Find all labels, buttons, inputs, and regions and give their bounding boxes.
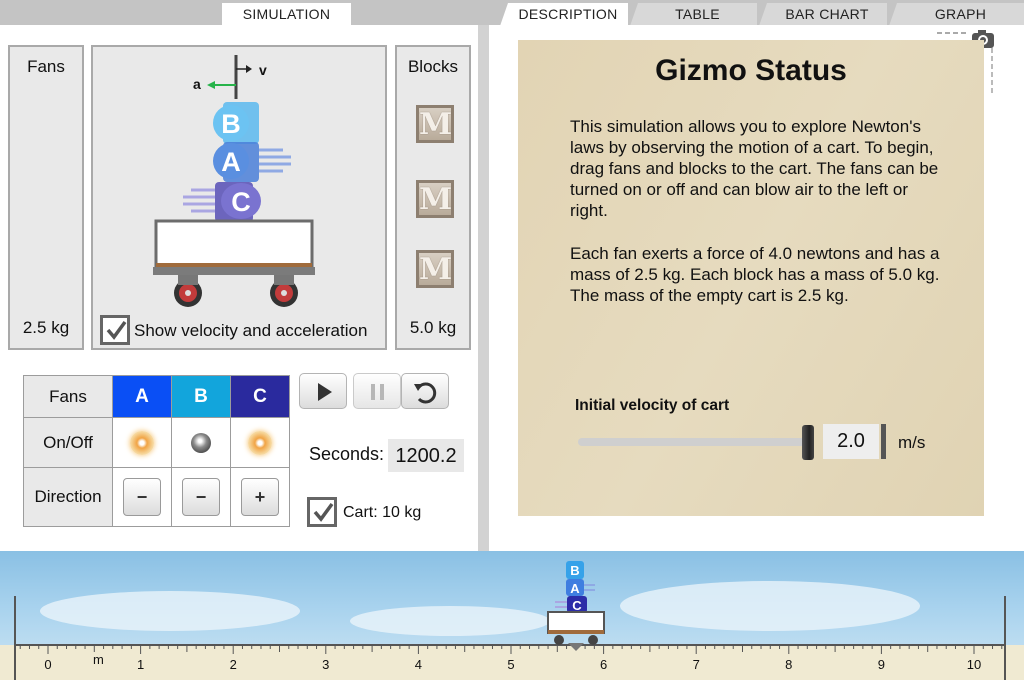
tab-description[interactable]: DESCRIPTION: [500, 3, 628, 26]
velocity-slider-track[interactable]: [578, 438, 810, 446]
play-button[interactable]: [299, 373, 347, 409]
seconds-display: 1200.2: [388, 439, 464, 472]
fan-b-header: B: [171, 375, 231, 418]
velocity-label: v: [259, 62, 267, 78]
track-number: 4: [414, 657, 422, 672]
fan-c-direction-button[interactable]: +: [241, 478, 279, 516]
light-on-icon[interactable]: [248, 430, 272, 455]
reset-icon: [414, 382, 437, 404]
show-vectors-checkbox[interactable]: [100, 315, 130, 345]
tab-table[interactable]: TABLE: [630, 3, 757, 26]
fan-c-header: C: [230, 375, 290, 418]
track-number: 5: [507, 657, 515, 672]
fan-b-toggle[interactable]: [171, 417, 231, 468]
track-number: 10: [966, 657, 982, 672]
pause-button[interactable]: [353, 373, 401, 409]
direction-row-label: Direction: [23, 467, 113, 527]
status-title: Gizmo Status: [655, 54, 847, 87]
mass-block[interactable]: M: [416, 250, 454, 288]
fans-column-header: Fans: [23, 375, 113, 418]
track-number: 2: [229, 657, 237, 672]
track-number: 1: [136, 657, 145, 672]
cart-checkbox[interactable]: [307, 497, 337, 527]
track-number: 0: [44, 657, 52, 672]
fan-b-direction-button[interactable]: −: [182, 478, 220, 516]
cart-illustration: B A C: [153, 55, 315, 307]
fan-a-direction-button[interactable]: −: [123, 478, 161, 516]
fan-mass-label: 2.5 kg: [22, 318, 70, 337]
seconds-label: Seconds:: [309, 444, 385, 464]
block-mass-label: 5.0 kg: [409, 318, 457, 337]
velocity-slider-label: Initial velocity of cart: [575, 397, 730, 414]
track-number: 8: [785, 657, 793, 672]
svg-text:B: B: [221, 109, 241, 139]
cart-view: B A C a v Show velocity and acceleration: [91, 45, 387, 350]
tab-simulation[interactable]: SIMULATION: [222, 3, 351, 26]
status-mass-text: Each fan exerts a force of 4.0 newtons a…: [570, 244, 940, 305]
status-intro-text: This simulation allows you to explore Ne…: [570, 117, 939, 220]
svg-text:A: A: [221, 147, 241, 177]
tab-bar: SIMULATION DESCRIPTION TABLE BAR CHART G…: [0, 0, 1024, 26]
blocks-bin[interactable]: Blocks M M M 5.0 kg: [395, 45, 471, 350]
velocity-unit: m/s: [898, 433, 926, 452]
track-number: 7: [692, 657, 700, 672]
light-off-icon[interactable]: [191, 432, 211, 453]
fan-c-icon: C: [183, 182, 261, 222]
mini-cart[interactable]: B A C: [543, 555, 613, 651]
svg-text:A: A: [570, 581, 580, 596]
tab-graph[interactable]: GRAPH: [889, 3, 1024, 26]
onoff-row-label: On/Off: [23, 417, 113, 468]
reset-button[interactable]: [401, 373, 449, 409]
fan-a-icon: A: [213, 142, 291, 182]
fan-a-toggle[interactable]: [112, 417, 172, 468]
tab-bar-chart[interactable]: BAR CHART: [759, 3, 887, 26]
track-unit-label: m: [93, 652, 104, 667]
fan-a-header: A: [112, 375, 172, 418]
light-on-icon[interactable]: [130, 430, 154, 455]
svg-text:B: B: [570, 563, 579, 578]
track-number: 3: [322, 657, 330, 672]
velocity-input[interactable]: 2.0: [823, 424, 879, 459]
show-vectors-label: Show velocity and acceleration: [134, 321, 368, 340]
track-number: 6: [599, 657, 608, 672]
mass-block[interactable]: M: [416, 180, 454, 218]
fans-bin-title: Fans: [27, 57, 65, 76]
svg-text:C: C: [231, 187, 251, 217]
track-scene: m 0 1 2 3 4 5 6 7 8 9 10 B A C: [0, 551, 1024, 680]
mass-block[interactable]: M: [416, 105, 454, 143]
pause-icon: [371, 384, 384, 400]
velocity-input-cursor: [881, 424, 886, 459]
play-icon: [318, 383, 332, 401]
track-number: 9: [877, 657, 885, 672]
fan-b-icon: B: [213, 102, 259, 144]
panel-divider[interactable]: [478, 25, 489, 551]
svg-text:C: C: [572, 598, 582, 613]
blocks-bin-title: Blocks: [407, 57, 459, 76]
velocity-slider-handle[interactable]: [802, 425, 814, 460]
fan-c-toggle[interactable]: [230, 417, 290, 468]
fan-control-table: Fans A B C On/Off Direction − − +: [23, 375, 290, 527]
fans-bin[interactable]: Fans 2.5 kg: [8, 45, 84, 350]
acceleration-label: a: [193, 76, 201, 92]
cart-mass-label: Cart: 10 kg: [343, 504, 422, 521]
gizmo-status-card: Gizmo Status This simulation allows you …: [518, 40, 984, 516]
